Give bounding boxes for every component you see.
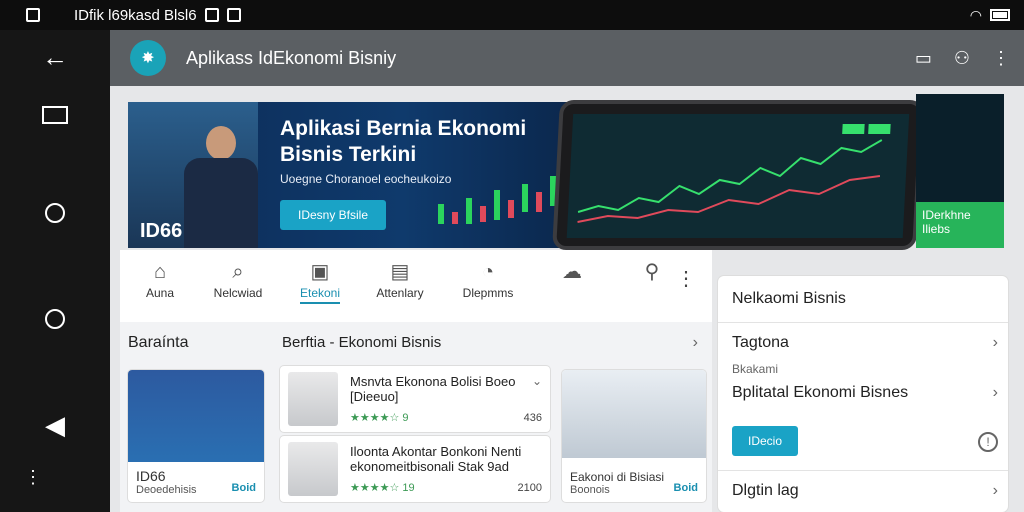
tab-label: Dlepmms bbox=[462, 286, 514, 300]
recent-apps-icon[interactable] bbox=[40, 100, 70, 130]
chat-icon: ◔ bbox=[481, 261, 495, 283]
app-logo-icon[interactable]: ✸ bbox=[130, 40, 166, 76]
middle-section-heading: Berftia - Ekonomi Bisnis bbox=[282, 334, 442, 351]
row-title: Iloonta Akontar Bonkoni Nenti ekonomeitb… bbox=[350, 444, 522, 474]
info-icon[interactable]: ! bbox=[978, 432, 998, 452]
more-dots-icon[interactable]: ⋮ bbox=[18, 462, 48, 492]
presenter-head bbox=[206, 126, 236, 160]
cloud-icon: ☁ bbox=[562, 261, 582, 283]
app-icon bbox=[204, 8, 219, 22]
tabs-more-icon[interactable]: ⋮ bbox=[676, 266, 696, 291]
overflow-menu-icon[interactable]: ⋮ bbox=[992, 48, 1010, 69]
shop-icon: ▣ bbox=[310, 261, 330, 283]
row-rating: ★★★★☆ 19 bbox=[350, 482, 415, 494]
wifi-icon: ◠ bbox=[969, 6, 982, 23]
status-title: IDfik l69kasd Blsl6 bbox=[74, 6, 197, 24]
card-image bbox=[562, 370, 706, 458]
row-thumbnail bbox=[288, 372, 338, 426]
chart-icon: ▤ bbox=[390, 261, 410, 283]
row-title: Msnvta Ekonona Bolisi Boeo [Dieeuo] bbox=[350, 374, 516, 404]
chevron-right-icon[interactable]: › bbox=[993, 482, 998, 500]
tab-label: Auna bbox=[145, 286, 175, 300]
panel-item-3[interactable]: Dlgtin lag bbox=[732, 482, 1002, 500]
side-promo-card[interactable]: IDerkhne Iliebs bbox=[916, 94, 1004, 248]
cast-icon[interactable]: ▭ bbox=[915, 48, 932, 69]
presenter-body bbox=[184, 158, 258, 248]
card-image bbox=[128, 370, 264, 462]
gallery-icon bbox=[226, 8, 241, 22]
tab-attenlary[interactable]: ▤ Attenlary bbox=[360, 258, 440, 300]
section-chevron-icon[interactable]: › bbox=[693, 334, 698, 352]
left-news-card[interactable]: ID66 Deoedehisis Boid bbox=[128, 370, 264, 502]
panel-item-2[interactable]: Bplitatal Ekonomi Bisnes bbox=[732, 384, 1002, 402]
banner-brand: ID66 bbox=[140, 220, 183, 242]
account-icon[interactable]: ⚇ bbox=[954, 48, 970, 69]
banner-cta-button[interactable]: IDesny Bfsile bbox=[280, 200, 386, 230]
tab-label: Attenlary bbox=[376, 286, 424, 300]
news-row-2[interactable]: Iloonta Akontar Bonkoni Nenti ekonomeitb… bbox=[280, 436, 550, 502]
assistant-circle-icon[interactable] bbox=[40, 304, 70, 334]
right-panel: Nelkaomi Bisnis Tagtona Bkakami › Bplita… bbox=[718, 276, 1008, 512]
left-section-heading: Baraínta bbox=[128, 334, 189, 351]
app-bar: ✸ Aplikass IdEkonomi Bisniy ▭ ⚇ ⋮ bbox=[110, 30, 1024, 86]
news-row-1[interactable]: Msnvta Ekonona Bolisi Boeo [Dieeuo] ★★★★… bbox=[280, 366, 550, 432]
tab-dlepmms[interactable]: ◔ Dlepmms bbox=[448, 258, 528, 300]
tab-etekoni[interactable]: ▣ Etekoni bbox=[280, 258, 360, 304]
row-thumbnail bbox=[288, 442, 338, 496]
tab-label: Nelcwiad bbox=[213, 286, 263, 300]
status-left: IDfik l69kasd Blsl6 bbox=[0, 7, 241, 24]
category-tabs: ⌂ Auna ⌕ Nelcwiad ▣ Etekoni ▤ Attenlary … bbox=[120, 250, 712, 322]
status-right: ◠ bbox=[970, 0, 1010, 30]
home-icon: ⌂ bbox=[153, 261, 167, 283]
status-bar: IDfik l69kasd Blsl6 ◠ bbox=[0, 0, 1024, 30]
tab-cloud[interactable]: ☁ bbox=[532, 258, 612, 286]
app-title: Aplikass IdEkonomi Bisniy bbox=[186, 47, 397, 68]
tablet-chart bbox=[577, 124, 891, 223]
chevron-right-icon[interactable]: › bbox=[993, 384, 998, 402]
panel-item-1-sub: Bkakami bbox=[732, 362, 779, 376]
battery-icon bbox=[990, 9, 1010, 21]
app-window: ✸ Aplikass IdEkonomi Bisniy ▭ ⚇ ⋮ ID66 A… bbox=[110, 30, 1024, 512]
tab-nelcwiad[interactable]: ⌕ Nelcwiad bbox=[198, 258, 278, 300]
row-count: 436 bbox=[523, 412, 542, 424]
tablet-screen bbox=[566, 114, 910, 238]
chevron-right-icon[interactable]: › bbox=[993, 334, 998, 352]
search-icon: ⌕ bbox=[232, 261, 244, 283]
chevron-down-icon[interactable]: ⌄ bbox=[532, 374, 542, 388]
panel-action-button[interactable]: IDecio bbox=[732, 426, 798, 456]
tablet-mockup bbox=[552, 100, 924, 250]
divider bbox=[718, 470, 1008, 471]
screen: IDfik l69kasd Blsl6 ◠ ← ◀ ⋮ ✸ Aplikass I… bbox=[0, 0, 1024, 512]
row-rating: ★★★★☆ 9 bbox=[350, 412, 409, 424]
banner-title: Aplikasi Bernia Ekonomi Bisnis Terkini bbox=[280, 117, 527, 166]
panel-title: Nelkaomi Bisnis bbox=[732, 290, 846, 307]
notification-icon bbox=[26, 8, 40, 22]
row-count: 2100 bbox=[517, 482, 542, 494]
appbar-actions: ▭ ⚇ ⋮ bbox=[915, 30, 1010, 86]
tab-auna[interactable]: ⌂ Auna bbox=[120, 258, 200, 300]
panel-item-1[interactable]: Tagtona bbox=[732, 334, 1002, 352]
back-triangle-icon[interactable]: ◀ bbox=[40, 410, 70, 440]
banner-subtitle: Uoegne Choranoel eocheukoizo bbox=[280, 172, 452, 186]
back-arrow-icon[interactable]: ← bbox=[40, 42, 70, 72]
card-badge: Boid bbox=[231, 482, 256, 494]
news-list-area: Baraínta Berftia - Ekonomi Bisnis › ID66… bbox=[120, 322, 712, 512]
side-promo-label: IDerkhne Iliebs bbox=[916, 202, 1004, 248]
tab-label: Etekoni bbox=[299, 286, 341, 304]
right-news-card[interactable]: Eakonoi di Bisiasi Boonois Boid bbox=[562, 370, 706, 502]
divider bbox=[718, 322, 1008, 323]
navigation-rail: ← ◀ ⋮ bbox=[0, 30, 110, 512]
home-circle-icon[interactable] bbox=[40, 198, 70, 228]
card-badge: Boid bbox=[673, 482, 698, 494]
